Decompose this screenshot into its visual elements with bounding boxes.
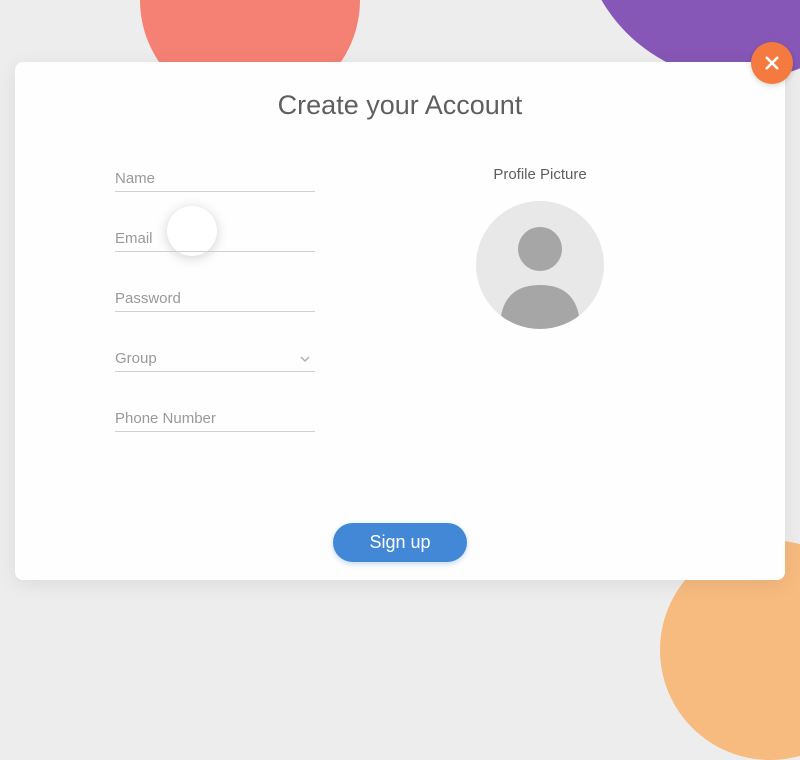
name-field-wrap (115, 166, 315, 192)
password-field-wrap (115, 286, 315, 312)
profile-picture-upload[interactable] (476, 201, 604, 329)
email-field[interactable] (115, 226, 315, 252)
signup-button[interactable]: Sign up (333, 523, 466, 562)
profile-picture-label: Profile Picture (395, 166, 685, 183)
modal-body: Profile Picture (55, 166, 745, 466)
signup-modal: Create your Account (15, 62, 785, 580)
avatar-placeholder-icon (476, 201, 604, 329)
form-column (115, 166, 315, 466)
phone-field-wrap (115, 406, 315, 432)
modal-title: Create your Account (55, 90, 745, 121)
email-field-wrap (115, 226, 315, 252)
group-select[interactable] (115, 346, 315, 372)
name-field[interactable] (115, 166, 315, 192)
profile-column: Profile Picture (395, 166, 685, 466)
close-button[interactable] (751, 42, 793, 84)
close-icon (763, 54, 781, 72)
phone-field[interactable] (115, 406, 315, 432)
password-field[interactable] (115, 286, 315, 312)
modal-footer: Sign up (15, 523, 785, 562)
group-field-wrap (115, 346, 315, 372)
